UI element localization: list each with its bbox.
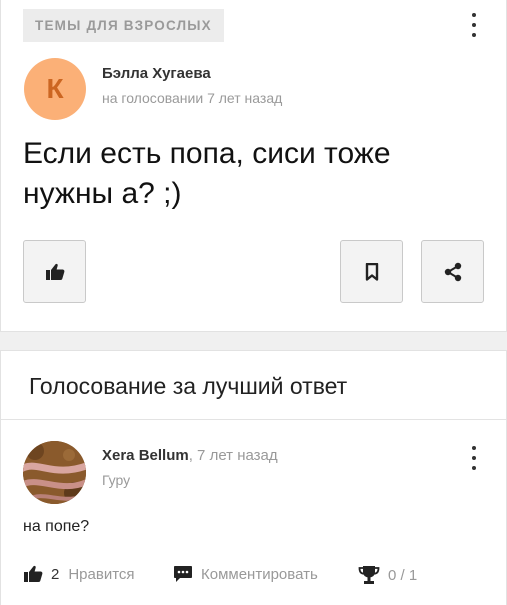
question-meta: на голосовании 7 лет назад	[102, 90, 283, 106]
share-button[interactable]	[421, 240, 484, 303]
author-avatar[interactable]: К	[24, 58, 86, 120]
thumbs-up-icon	[24, 565, 43, 582]
answer-text: на попе?	[23, 518, 90, 535]
author-rank: Гуру	[102, 472, 131, 488]
share-icon	[444, 262, 461, 281]
answer-author-name[interactable]: Xera Bellum	[102, 447, 189, 464]
answer-author-avatar[interactable]	[23, 441, 86, 504]
category-tag[interactable]: ТЕМЫ ДЛЯ ВЗРОСЛЫХ	[23, 9, 224, 42]
comment-icon	[174, 566, 192, 582]
more-options-icon[interactable]	[464, 11, 484, 39]
divider	[1, 419, 506, 420]
answer-time: , 7 лет назад	[188, 447, 278, 464]
vote-action[interactable]: 0 / 1	[358, 565, 417, 585]
thumbs-up-icon	[45, 263, 64, 280]
answer-more-options-icon[interactable]	[464, 444, 484, 472]
likes-count: 2	[51, 565, 60, 583]
question-author-name[interactable]: Бэлла Хугаева	[102, 65, 211, 82]
like-button[interactable]	[23, 240, 86, 303]
section-title: Голосование за лучший ответ	[29, 373, 348, 399]
comment-label: Комментировать	[201, 565, 318, 583]
comment-action[interactable]: Комментировать	[173, 565, 318, 583]
trophy-icon	[358, 566, 380, 584]
question-card: ТЕМЫ ДЛЯ ВЗРОСЛЫХ К Бэлла Хугаева на гол…	[0, 0, 507, 332]
worm-photo-image	[23, 441, 86, 504]
answer-author-line: Xera Bellum, 7 лет назад	[102, 447, 278, 464]
like-action[interactable]: 2 Нравится	[23, 565, 135, 583]
bookmark-icon	[365, 262, 378, 281]
vote-card: Голосование за лучший ответ Xera Bellum,…	[0, 350, 507, 605]
like-label: Нравится	[68, 565, 135, 583]
vote-count: 0 / 1	[388, 566, 418, 584]
question-text: Если есть попа, сиси тоже нужны а? ;)	[23, 137, 391, 210]
bookmark-button[interactable]	[340, 240, 403, 303]
